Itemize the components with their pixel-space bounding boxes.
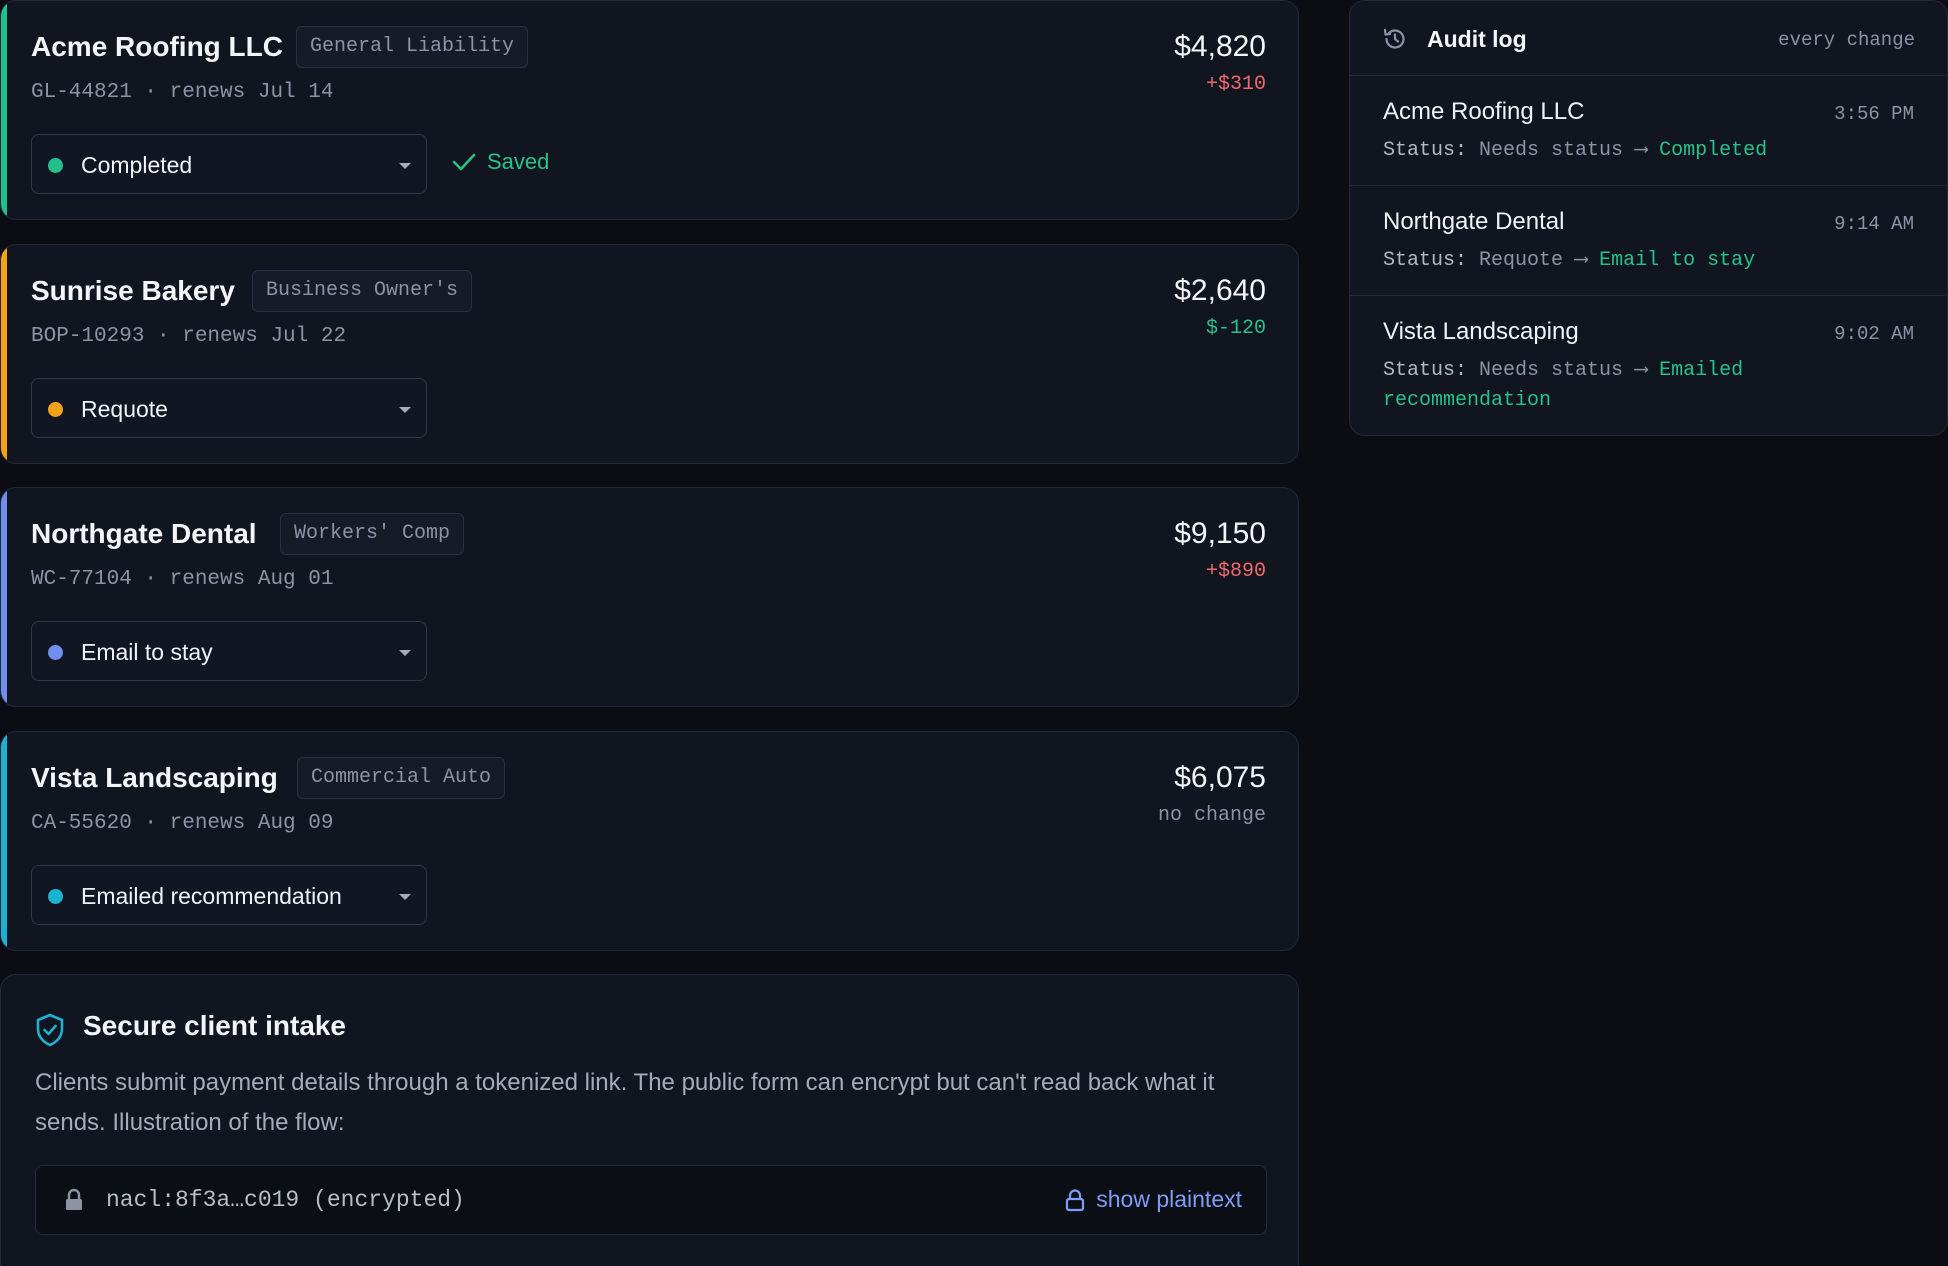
saved-label: Saved bbox=[487, 149, 550, 174]
policy-name: Vista Landscaping bbox=[31, 762, 278, 793]
status-select[interactable]: Requote bbox=[31, 378, 427, 438]
status-accent-bar bbox=[1, 732, 7, 950]
policy-line-tag: Commercial Auto bbox=[297, 757, 506, 799]
audit-entry-change: Status: Requote ⟶ Email to stay bbox=[1383, 246, 1903, 276]
policy-meta: CA-55620 · renews Aug 09 bbox=[31, 812, 334, 835]
change-to: Email to stay bbox=[1599, 249, 1756, 272]
show-plaintext-button[interactable]: show plaintext bbox=[1064, 1186, 1242, 1213]
audit-log-title: Audit log bbox=[1427, 26, 1527, 52]
change-from: Needs status bbox=[1479, 139, 1624, 162]
status-accent-bar bbox=[1, 1, 7, 219]
chevron-down-icon bbox=[399, 163, 411, 169]
chevron-down-icon bbox=[399, 894, 411, 900]
secure-intake-panel: Secure client intake Clients submit paym… bbox=[0, 974, 1299, 1266]
change-label: Status: bbox=[1383, 359, 1468, 382]
change-label: Status: bbox=[1383, 249, 1468, 272]
status-select-value: Emailed recommendation bbox=[81, 883, 342, 909]
premium-delta: +$310 bbox=[1205, 73, 1266, 96]
policy-card: Vista Landscaping Commercial Auto CA-556… bbox=[0, 731, 1299, 951]
policy-line-tag: Workers' Comp bbox=[280, 513, 465, 555]
status-dot bbox=[48, 889, 63, 904]
change-from: Needs status bbox=[1479, 359, 1624, 382]
premium-delta: no change bbox=[1157, 804, 1266, 827]
arrow-right-icon: ⟶ bbox=[1575, 249, 1588, 272]
policy-card: Sunrise Bakery Business Owner's BOP-1029… bbox=[0, 244, 1299, 464]
audit-entry: Vista Landscaping 9:02 AM Status: Needs … bbox=[1350, 296, 1947, 435]
status-accent-bar bbox=[1, 245, 7, 463]
status-dot bbox=[48, 158, 63, 173]
status-accent-bar bbox=[1, 488, 7, 706]
audit-entry: Northgate Dental 9:14 AM Status: Requote… bbox=[1350, 186, 1947, 296]
ciphertext-value: nacl:8f3a…c019 (encrypted) bbox=[106, 1187, 465, 1213]
audit-log-panel: Audit log every change Acme Roofing LLC … bbox=[1349, 0, 1948, 436]
status-select[interactable]: Completed bbox=[31, 134, 427, 194]
status-select[interactable]: Emailed recommendation bbox=[31, 865, 427, 925]
padlock-icon bbox=[66, 1188, 82, 1210]
premium-delta: +$890 bbox=[1205, 560, 1266, 583]
audit-entry-name: Acme Roofing LLC bbox=[1383, 98, 1585, 125]
policy-line-tag: General Liability bbox=[296, 26, 529, 68]
audit-entry-change: Status: Needs status ⟶ Completed bbox=[1383, 136, 1903, 166]
policy-card: Northgate Dental Workers' Comp WC-77104 … bbox=[0, 487, 1299, 707]
status-select[interactable]: Email to stay bbox=[31, 621, 427, 681]
history-icon bbox=[1383, 28, 1405, 49]
policy-name: Acme Roofing LLC bbox=[31, 31, 283, 62]
audit-log-header: Audit log every change bbox=[1350, 1, 1947, 76]
change-from: Requote bbox=[1479, 249, 1564, 272]
lock-icon bbox=[1066, 1189, 1085, 1212]
policy-line-tag: Business Owner's bbox=[252, 270, 473, 312]
audit-entry-name: Vista Landscaping bbox=[1383, 318, 1579, 345]
change-to: Completed bbox=[1659, 139, 1768, 162]
audit-entry-name: Northgate Dental bbox=[1383, 208, 1565, 235]
audit-entry-change: Status: Needs status ⟶ Emailed recommend… bbox=[1383, 356, 1903, 416]
premium-delta: $-120 bbox=[1205, 317, 1266, 340]
change-label: Status: bbox=[1383, 139, 1468, 162]
audit-entry: Acme Roofing LLC 3:56 PM Status: Needs s… bbox=[1350, 76, 1947, 186]
status-dot bbox=[48, 645, 63, 660]
status-select-value: Requote bbox=[81, 396, 168, 422]
chevron-down-icon bbox=[399, 650, 411, 656]
policy-name: Sunrise Bakery bbox=[31, 275, 235, 306]
policy-meta: GL-44821 · renews Jul 14 bbox=[31, 81, 334, 104]
audit-entry-time: 3:56 PM bbox=[1834, 103, 1914, 125]
policy-meta: WC-77104 · renews Aug 01 bbox=[31, 568, 334, 591]
intake-title: Secure client intake bbox=[83, 1010, 347, 1041]
intake-description: Clients submit payment details through a… bbox=[35, 1069, 1215, 1136]
audit-log-subtitle: every change bbox=[1778, 29, 1915, 51]
chevron-down-icon bbox=[399, 407, 411, 413]
audit-entry-time: 9:14 AM bbox=[1834, 213, 1914, 235]
policy-card: Acme Roofing LLC General Liability GL-44… bbox=[0, 0, 1299, 220]
show-plaintext-label: show plaintext bbox=[1096, 1186, 1242, 1212]
premium-amount: $2,640 bbox=[1174, 274, 1266, 307]
ciphertext-field: nacl:8f3a…c019 (encrypted) show plaintex… bbox=[35, 1165, 1267, 1235]
arrow-right-icon: ⟶ bbox=[1635, 139, 1648, 162]
premium-amount: $9,150 bbox=[1174, 517, 1266, 550]
arrow-right-icon: ⟶ bbox=[1635, 359, 1648, 382]
premium-amount: $4,820 bbox=[1174, 30, 1266, 63]
status-dot bbox=[48, 402, 63, 417]
check-icon bbox=[452, 153, 476, 171]
status-select-value: Email to stay bbox=[81, 639, 213, 665]
audit-entry-time: 9:02 AM bbox=[1834, 323, 1914, 345]
premium-amount: $6,075 bbox=[1174, 761, 1266, 794]
status-select-value: Completed bbox=[81, 152, 193, 178]
policy-name: Northgate Dental bbox=[31, 518, 257, 549]
policy-meta: BOP-10293 · renews Jul 22 bbox=[31, 325, 347, 348]
shield-check-icon bbox=[36, 1013, 64, 1047]
